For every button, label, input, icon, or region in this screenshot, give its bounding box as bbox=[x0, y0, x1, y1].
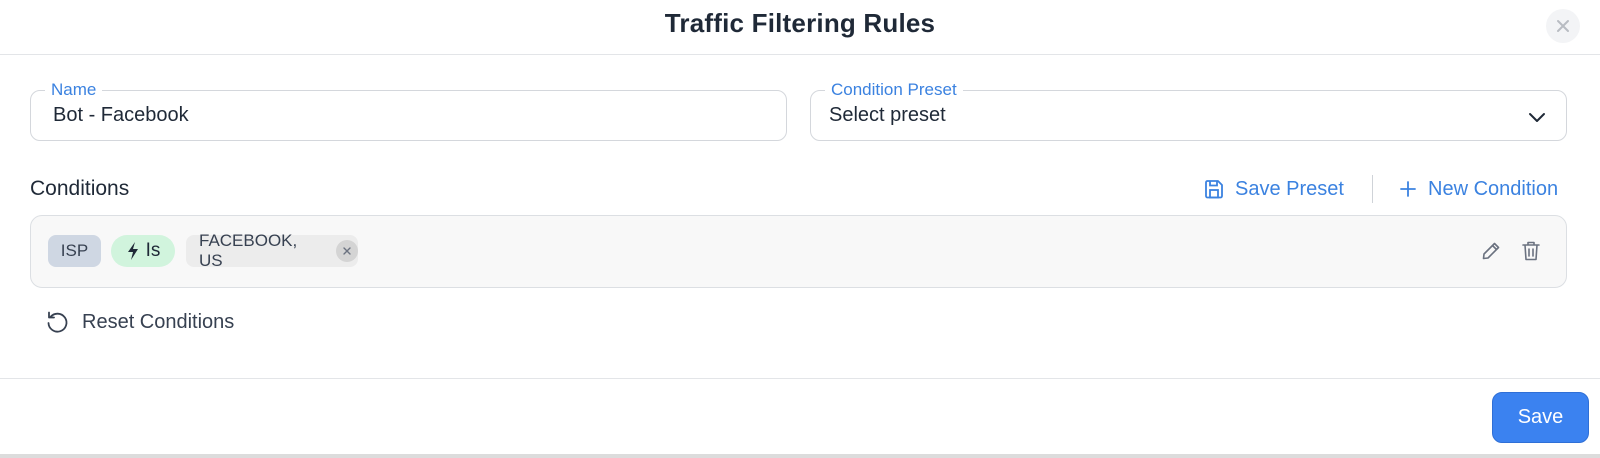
modal-title: Traffic Filtering Rules bbox=[664, 8, 936, 38]
condition-preset-select[interactable]: Condition Preset Select preset bbox=[810, 80, 1567, 141]
name-field-label: Name bbox=[45, 80, 103, 100]
close-icon bbox=[343, 247, 351, 255]
condition-value-chip: FACEBOOK, US bbox=[186, 231, 358, 270]
close-button[interactable] bbox=[1546, 9, 1580, 43]
condition-preset-value[interactable]: Select preset bbox=[829, 104, 946, 127]
remove-value-button[interactable] bbox=[336, 240, 358, 262]
condition-operator-chip[interactable]: Is bbox=[111, 235, 175, 267]
save-preset-label: Save Preset bbox=[1235, 177, 1344, 200]
plus-icon bbox=[1400, 181, 1416, 197]
reset-icon bbox=[47, 311, 68, 333]
trash-icon[interactable] bbox=[1520, 239, 1542, 263]
condition-preset-label: Condition Preset bbox=[825, 80, 963, 100]
condition-field-chip[interactable]: ISP bbox=[48, 235, 101, 267]
new-condition-label: New Condition bbox=[1428, 177, 1559, 200]
save-button[interactable]: Save bbox=[1492, 392, 1589, 443]
close-icon bbox=[1557, 20, 1569, 32]
lightning-icon bbox=[127, 242, 138, 260]
name-field[interactable]: Name Bot - Facebook bbox=[30, 80, 787, 141]
condition-value-label: FACEBOOK, US bbox=[199, 231, 298, 270]
reset-conditions-label: Reset Conditions bbox=[82, 310, 235, 333]
background-strip bbox=[0, 454, 1600, 458]
save-icon bbox=[1205, 180, 1223, 199]
footer-divider bbox=[0, 378, 1600, 379]
condition-field-label: ISP bbox=[60, 241, 89, 260]
new-condition-button[interactable]: New Condition bbox=[1398, 174, 1558, 204]
condition-row: ISP Is FACEBOOK, US bbox=[30, 215, 1567, 288]
edit-icon[interactable] bbox=[1480, 240, 1502, 262]
traffic-filtering-rules-modal: Traffic Filtering Rules Name Bot - Faceb… bbox=[0, 0, 1600, 458]
save-preset-button[interactable]: Save Preset bbox=[1203, 174, 1344, 204]
conditions-heading: Conditions bbox=[30, 177, 130, 200]
name-input-value[interactable]: Bot - Facebook bbox=[53, 104, 189, 127]
condition-operator-label: Is bbox=[145, 240, 161, 261]
chevron-down-icon[interactable] bbox=[1526, 106, 1548, 128]
modal-header: Traffic Filtering Rules bbox=[0, 0, 1600, 55]
toolbar-divider bbox=[1372, 175, 1373, 203]
reset-conditions-button[interactable]: Reset Conditions bbox=[44, 307, 234, 337]
